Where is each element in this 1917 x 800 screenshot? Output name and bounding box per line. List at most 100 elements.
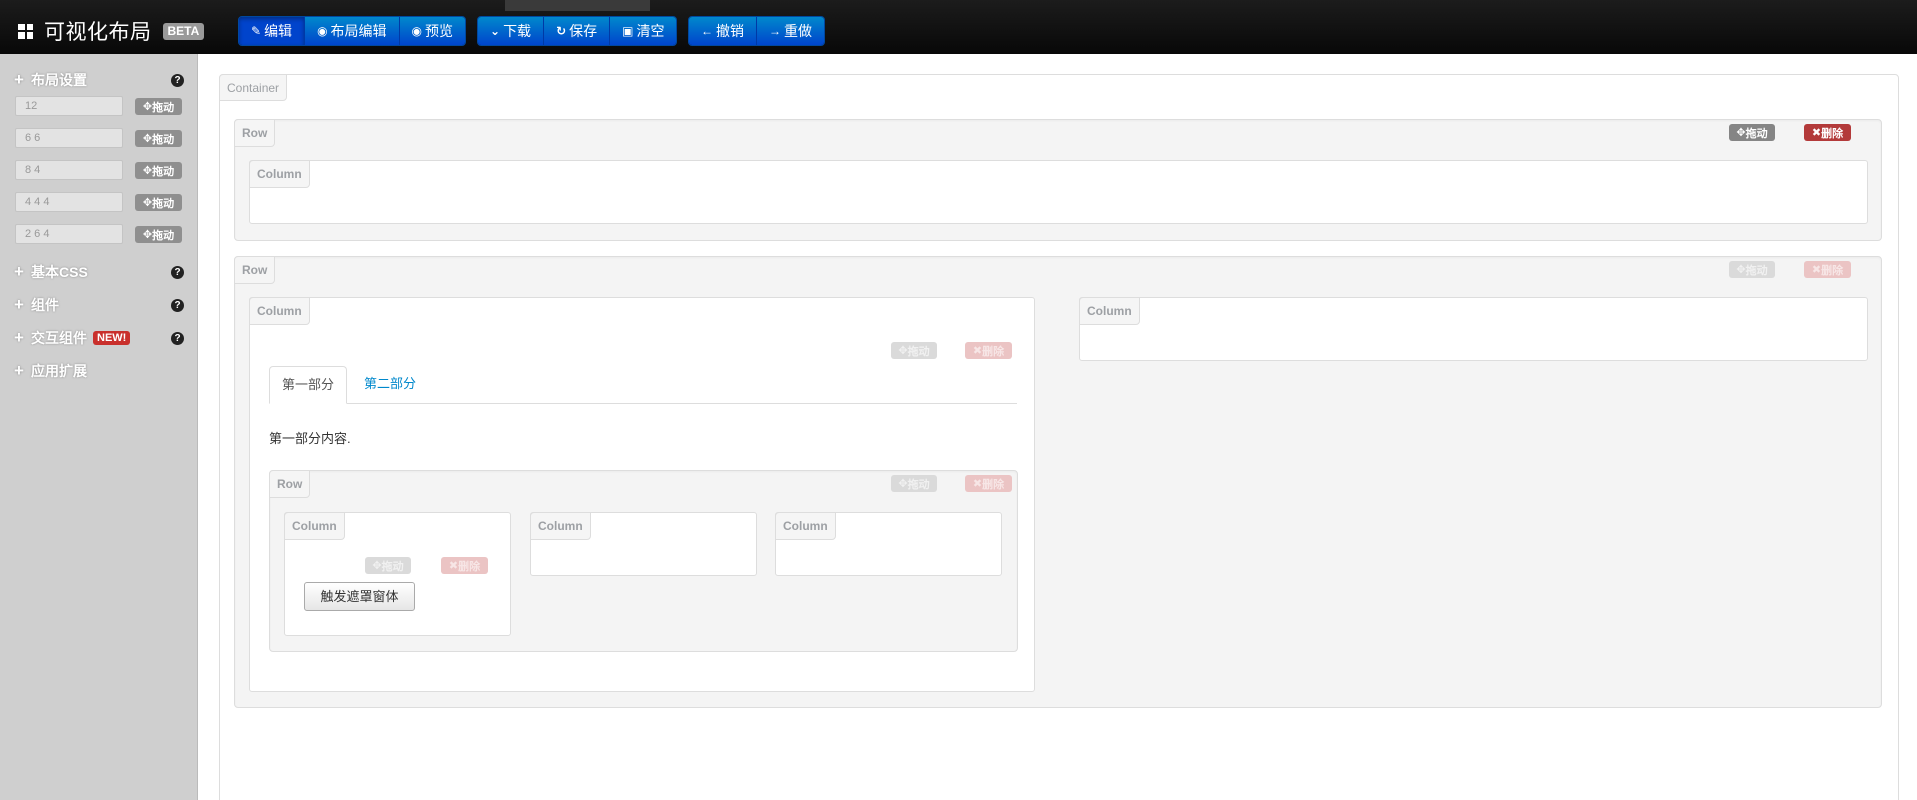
edit-button[interactable]: ✎ 编辑	[239, 17, 306, 45]
row-label: Row	[234, 119, 276, 147]
edit-icon: ✎	[251, 24, 262, 38]
history-group: ← 撤销 → 重做	[688, 16, 825, 46]
container-label: Container	[219, 74, 288, 101]
move-icon: ✥	[898, 478, 908, 490]
tab-part-one[interactable]: 第一部分	[269, 366, 348, 404]
sidebar-section-components[interactable]: + 组件 ?	[14, 295, 184, 314]
grid-input[interactable]: 6 6	[15, 128, 123, 148]
trash-icon: ▣	[622, 24, 634, 38]
beta-badge: BETA	[162, 22, 205, 40]
move-icon: ✥	[142, 165, 153, 177]
layout-column[interactable]: Column ✥ 拖动 ✖ 删除 第一部分 第二部分 第一部分内容. Row ✥ 拖动…	[249, 297, 1035, 692]
eye-icon: ◉	[411, 24, 423, 38]
tab-bar: 第一部分 第二部分	[269, 366, 1017, 404]
share-icon: ↻	[556, 24, 567, 38]
move-icon: ✥	[1736, 127, 1746, 139]
layout-column[interactable]: Column	[1079, 297, 1868, 361]
sidebar-section-extensions[interactable]: + 应用扩展	[14, 361, 184, 380]
tab-content-text: 第一部分内容.	[269, 431, 351, 446]
row-remove-button[interactable]: ✖ 删除	[1804, 261, 1851, 278]
drag-handle[interactable]: ✥ 拖动	[135, 226, 182, 243]
grid-row-6-6: 6 6 ✥ 拖动	[15, 128, 182, 148]
drag-handle[interactable]: ✥ 拖动	[135, 98, 182, 115]
row-drag-button[interactable]: ✥ 拖动	[891, 475, 937, 492]
sidebar-section-basic-css[interactable]: + 基本CSS ?	[14, 262, 184, 281]
layout-container[interactable]: Container Row ✥ 拖动 ✖ 删除 Column Row ✥ 拖动 ✖ 删除…	[219, 74, 1899, 800]
arrow-left-icon: ←	[701, 24, 713, 38]
column-label: Column	[249, 297, 310, 325]
nested-column[interactable]: Column ✥ 拖动 ✖ 删除 触发遮罩窗体	[284, 512, 511, 636]
app-title: 可视化布局	[44, 21, 152, 44]
sidebar: + 布局设置 ? 12 ✥ 拖动 6 6 ✥ 拖动 8 4 ✥ 拖动 4 4 4 ✥ 拖…	[0, 54, 198, 800]
eye-icon: ◉	[317, 24, 328, 38]
nested-column[interactable]: Column	[775, 512, 1002, 576]
redo-button[interactable]: → 重做	[757, 17, 824, 45]
preview-button[interactable]: ◉ 预览	[399, 17, 466, 45]
help-icon[interactable]: ?	[171, 74, 184, 87]
window-grip	[505, 0, 650, 11]
grid-input[interactable]: 12	[15, 96, 123, 116]
trigger-modal-button[interactable]: 触发遮罩窗体	[304, 582, 415, 611]
column-label: Column	[1079, 297, 1140, 325]
drag-handle[interactable]: ✥ 拖动	[135, 162, 182, 179]
save-button[interactable]: ↻ 保存	[544, 17, 611, 45]
sidebar-section-layout[interactable]: + 布局设置 ?	[14, 70, 184, 89]
layout-column[interactable]: Column	[249, 160, 1868, 224]
row-drag-button[interactable]: ✥ 拖动	[1729, 261, 1775, 278]
move-icon: ✥	[142, 197, 153, 209]
tab-part-two[interactable]: 第二部分	[352, 366, 428, 404]
arrow-right-icon: →	[769, 24, 781, 38]
new-badge: NEW!	[93, 331, 131, 345]
clear-button[interactable]: ▣ 清空	[610, 17, 677, 45]
row-remove-button[interactable]: ✖ 删除	[1804, 124, 1851, 141]
grid-input[interactable]: 4 4 4	[15, 192, 123, 212]
tabs-remove-button[interactable]: ✖ 删除	[965, 342, 1012, 359]
plus-icon: +	[14, 295, 24, 314]
plus-icon: +	[14, 328, 24, 347]
grid-logo-icon	[18, 23, 33, 39]
top-navbar: 可视化布局 BETA ✎ 编辑 ◉ 布局编辑 ◉ 预览 ⌄ 下载 ↻ 保存 ▣ 清空 ← 撤销…	[0, 0, 1917, 54]
move-icon: ✥	[142, 101, 153, 113]
button-drag-button[interactable]: ✥ 拖动	[365, 557, 411, 574]
tabs-drag-button[interactable]: ✥ 拖动	[891, 342, 937, 359]
close-icon: ✖	[972, 345, 983, 357]
move-icon: ✥	[1736, 264, 1746, 276]
close-icon: ✖	[1811, 264, 1822, 276]
nested-row[interactable]: Row ✥ 拖动 ✖ 删除 Column ✥ 拖动 ✖ 删除 触发遮罩窗体 Column…	[269, 470, 1018, 652]
row-drag-button[interactable]: ✥ 拖动	[1729, 124, 1775, 141]
close-icon: ✖	[972, 478, 983, 490]
plus-icon: +	[14, 262, 24, 281]
undo-button[interactable]: ← 撤销	[689, 17, 757, 45]
grid-input[interactable]: 8 4	[15, 160, 123, 180]
file-group: ⌄ 下载 ↻ 保存 ▣ 清空	[477, 16, 678, 46]
sidebar-section-interactive[interactable]: + 交互组件 NEW! ?	[14, 328, 184, 347]
help-icon[interactable]: ?	[171, 266, 184, 279]
drag-handle[interactable]: ✥ 拖动	[135, 194, 182, 211]
column-label: Column	[530, 512, 591, 540]
plus-icon: +	[14, 361, 24, 380]
grid-input[interactable]: 2 6 4	[15, 224, 123, 244]
layout-row[interactable]: Row ✥ 拖动 ✖ 删除 Column	[234, 119, 1882, 241]
edit-mode-group: ✎ 编辑 ◉ 布局编辑 ◉ 预览	[238, 16, 467, 46]
move-icon: ✥	[142, 229, 153, 241]
nested-column[interactable]: Column	[530, 512, 757, 576]
column-label: Column	[249, 160, 310, 188]
drag-handle[interactable]: ✥ 拖动	[135, 130, 182, 147]
row-remove-button[interactable]: ✖ 删除	[965, 475, 1012, 492]
grid-row-4-4-4: 4 4 4 ✥ 拖动	[15, 192, 182, 212]
help-icon[interactable]: ?	[171, 332, 184, 345]
grid-row-2-6-4: 2 6 4 ✥ 拖动	[15, 224, 182, 244]
download-button[interactable]: ⌄ 下载	[478, 17, 545, 45]
help-icon[interactable]: ?	[171, 299, 184, 312]
button-remove-button[interactable]: ✖ 删除	[441, 557, 488, 574]
close-icon: ✖	[1811, 127, 1822, 139]
column-label: Column	[284, 512, 345, 540]
move-icon: ✥	[898, 345, 908, 357]
grid-row-12: 12 ✥ 拖动	[15, 96, 182, 116]
column-label: Column	[775, 512, 836, 540]
move-icon: ✥	[142, 133, 153, 145]
layout-row[interactable]: Row ✥ 拖动 ✖ 删除 Column ✥ 拖动 ✖ 删除 第一部分 第二部分 第一部…	[234, 256, 1882, 708]
grid-row-8-4: 8 4 ✥ 拖动	[15, 160, 182, 180]
move-icon: ✥	[372, 560, 382, 572]
layout-edit-button[interactable]: ◉ 布局编辑	[305, 17, 400, 45]
